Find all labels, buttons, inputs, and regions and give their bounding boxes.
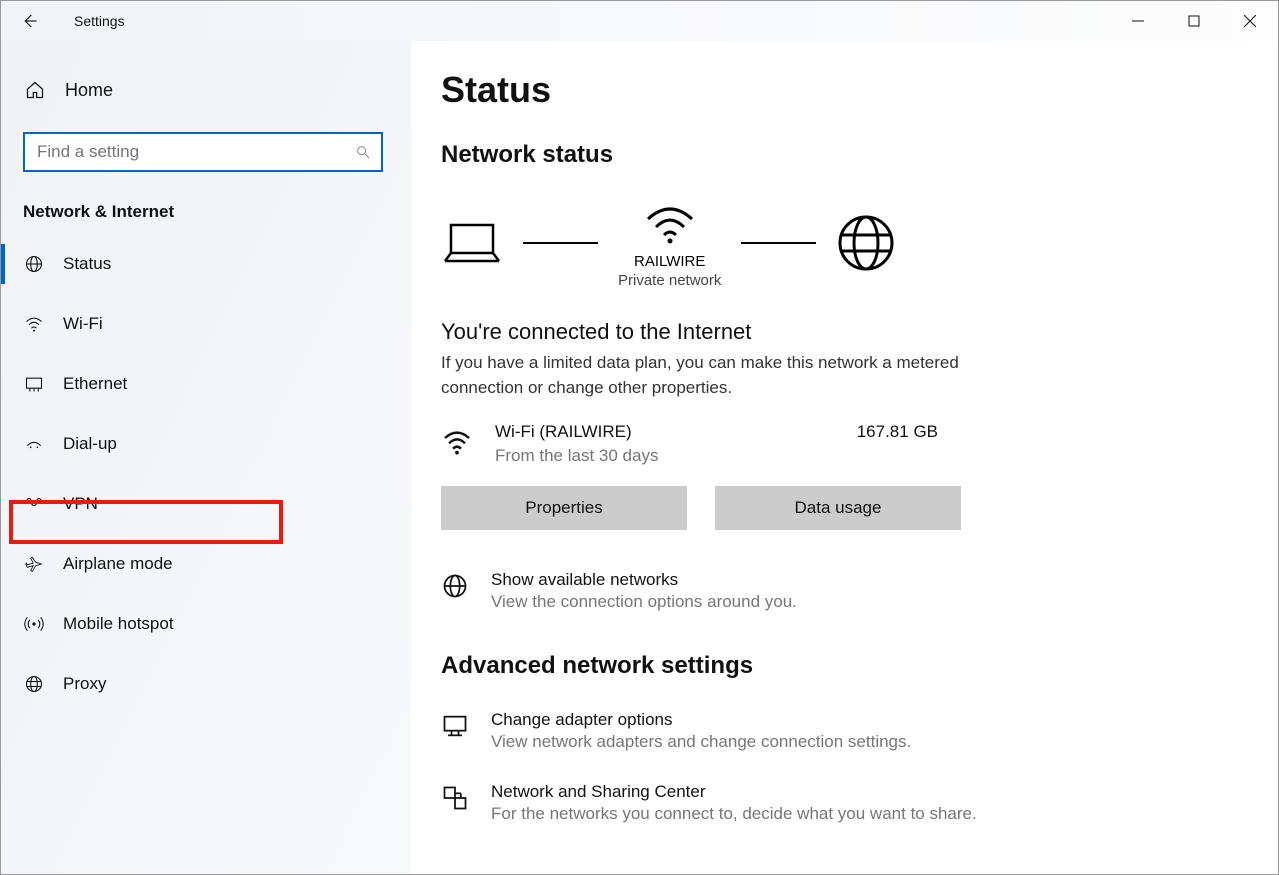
close-button[interactable]: [1222, 1, 1278, 41]
proxy-icon: [23, 674, 45, 694]
section-advanced: Advanced network settings: [441, 652, 1278, 680]
connection-name: Wi-Fi (RAILWIRE): [495, 422, 658, 442]
minimize-button[interactable]: [1110, 1, 1166, 41]
sidebar-item-vpn[interactable]: VPN: [1, 474, 411, 534]
globe-icon: [23, 254, 45, 274]
wifi-icon: [23, 314, 45, 334]
home-link[interactable]: Home: [1, 66, 411, 114]
search-field[interactable]: [25, 142, 345, 162]
network-type: Private network: [618, 272, 721, 289]
search-input[interactable]: [23, 132, 383, 172]
sidebar-item-status[interactable]: Status: [1, 234, 411, 294]
globe-diagram-icon: [836, 213, 896, 273]
network-name: RAILWIRE: [634, 253, 705, 270]
sidebar-item-label: Ethernet: [63, 374, 127, 394]
back-button[interactable]: [19, 11, 39, 31]
sidebar-item-label: Dial-up: [63, 434, 117, 454]
ethernet-icon: [23, 374, 45, 394]
network-diagram: RAILWIRE Private network: [441, 197, 1278, 289]
sidebar-item-dialup[interactable]: Dial-up: [1, 414, 411, 474]
sidebar-item-ethernet[interactable]: Ethernet: [1, 354, 411, 414]
sidebar-item-label: Proxy: [63, 674, 106, 694]
properties-button[interactable]: Properties: [441, 486, 687, 530]
hotspot-icon: [23, 614, 45, 634]
dialup-icon: [23, 434, 45, 454]
show-networks-link[interactable]: Show available networks View the connect…: [441, 570, 1278, 612]
globe-icon: [441, 572, 481, 600]
sidebar-item-wifi[interactable]: Wi-Fi: [1, 294, 411, 354]
maximize-button[interactable]: [1166, 1, 1222, 41]
link-subtitle: View the connection options around you.: [491, 592, 797, 612]
home-icon: [25, 80, 47, 100]
search-icon: [345, 144, 381, 160]
sidebar-item-proxy[interactable]: Proxy: [1, 654, 411, 714]
link-title: Network and Sharing Center: [491, 782, 977, 802]
adapter-options-link[interactable]: Change adapter options View network adap…: [441, 710, 1278, 752]
app-title: Settings: [74, 13, 125, 29]
section-network-status: Network status: [441, 141, 1278, 169]
wifi-icon: [441, 426, 483, 458]
wifi-diagram-icon: [642, 197, 698, 245]
sidebar-item-label: Mobile hotspot: [63, 614, 174, 634]
link-title: Show available networks: [491, 570, 797, 590]
sidebar-item-label: Airplane mode: [63, 554, 173, 574]
sidebar-item-airplane[interactable]: Airplane mode: [1, 534, 411, 594]
sidebar-item-label: Status: [63, 254, 111, 274]
page-title: Status: [441, 69, 1278, 111]
adapter-icon: [441, 712, 481, 740]
airplane-icon: [23, 554, 45, 574]
category-label: Network & Internet: [23, 202, 411, 222]
connection-period: From the last 30 days: [495, 446, 658, 466]
sharing-icon: [441, 784, 481, 812]
laptop-icon: [441, 219, 503, 267]
data-usage-button[interactable]: Data usage: [715, 486, 961, 530]
sidebar-item-hotspot[interactable]: Mobile hotspot: [1, 594, 411, 654]
vpn-icon: [23, 494, 45, 514]
link-title: Change adapter options: [491, 710, 911, 730]
connection-usage: 167.81 GB: [857, 422, 938, 442]
connection-headline: You're connected to the Internet: [441, 319, 1278, 345]
connection-description: If you have a limited data plan, you can…: [441, 351, 971, 400]
home-label: Home: [65, 80, 113, 101]
sharing-center-link[interactable]: Network and Sharing Center For the netwo…: [441, 782, 1278, 824]
sidebar-item-label: VPN: [63, 494, 98, 514]
sidebar-item-label: Wi-Fi: [63, 314, 103, 334]
link-subtitle: For the networks you connect to, decide …: [491, 804, 977, 824]
link-subtitle: View network adapters and change connect…: [491, 732, 911, 752]
